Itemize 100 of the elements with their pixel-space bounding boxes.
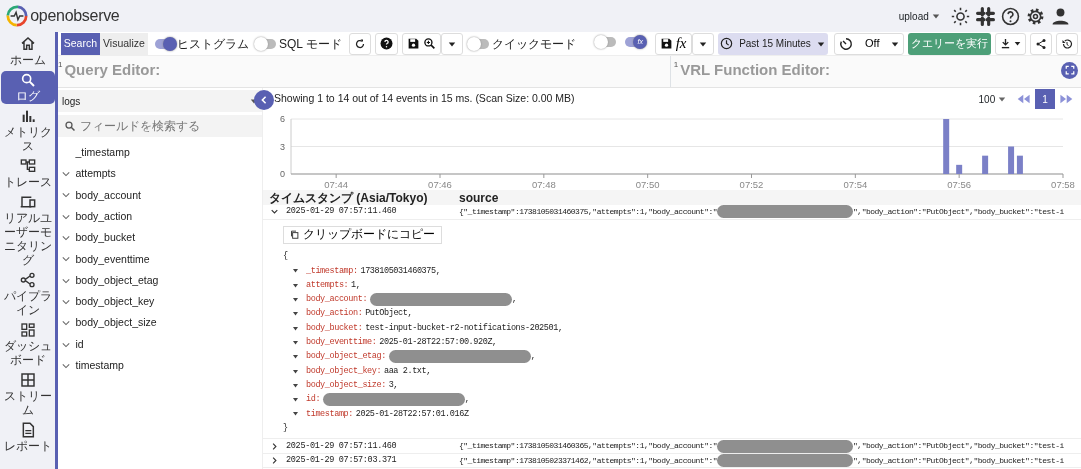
axis-label: 07:58	[1051, 179, 1075, 190]
nav-item[interactable]: メトリクス	[0, 106, 55, 154]
field-name[interactable]: body_account	[75, 187, 141, 204]
axis-label: 0	[280, 169, 285, 179]
field-name[interactable]: attempts	[75, 166, 116, 183]
caret-icon[interactable]	[293, 268, 298, 274]
caret-icon[interactable]	[293, 354, 298, 360]
field-name[interactable]: body_object_size	[75, 315, 157, 332]
field-name[interactable]: id	[75, 336, 84, 353]
chevron-right-icon[interactable]	[271, 442, 278, 450]
json-key: body_object_key:	[306, 364, 382, 378]
caret-icon[interactable]	[293, 411, 298, 417]
json-key: attempts:	[306, 278, 349, 292]
chevron-down-icon[interactable]	[62, 297, 70, 306]
field-name[interactable]: _timestamp	[75, 145, 130, 161]
chart-bar	[982, 155, 989, 174]
chevron-down-icon[interactable]	[62, 340, 70, 349]
json-key: body_bucket:	[306, 321, 363, 335]
fullscreen-button[interactable]	[1061, 61, 1079, 79]
nav-item[interactable]: ホーム	[0, 34, 55, 68]
nav-item[interactable]: トレース	[0, 156, 55, 190]
field-name[interactable]: body_action	[75, 208, 133, 225]
toggle-switch[interactable]	[256, 38, 277, 49]
last-page-icon[interactable]	[1059, 94, 1073, 104]
field-name[interactable]: body_eventtime	[75, 251, 150, 268]
chart-bar	[943, 119, 950, 174]
field-name[interactable]: timestamp	[75, 358, 124, 374]
chevron-down-icon[interactable]	[62, 361, 70, 370]
field-name[interactable]: body_object_etag	[75, 272, 159, 289]
chevron-down-icon[interactable]	[62, 319, 70, 328]
share-button[interactable]	[1030, 32, 1053, 55]
toggle-label: ヒストグラム	[177, 35, 250, 53]
per-page-select[interactable]: 100	[978, 91, 1006, 107]
json-key: body_account:	[306, 293, 368, 306]
chevron-down-icon[interactable]	[62, 170, 70, 179]
chevron-down-icon[interactable]	[271, 208, 278, 216]
nav-item[interactable]: レポート	[0, 420, 55, 454]
caret-icon[interactable]	[293, 325, 298, 331]
save-search-button[interactable]	[401, 32, 441, 55]
json-value: aaa 2.txt,	[383, 364, 431, 378]
toggle-switch[interactable]	[595, 37, 616, 48]
field-name[interactable]: body_bucket	[75, 230, 136, 246]
caret-icon[interactable]	[293, 397, 298, 403]
settings-icon[interactable]	[1025, 6, 1045, 26]
refresh-button[interactable]	[348, 32, 371, 55]
chevron-down-icon[interactable]	[62, 255, 70, 264]
caret-icon[interactable]	[293, 368, 298, 374]
copy-button[interactable]: クリップボードにコピー	[283, 225, 442, 244]
caret-icon	[698, 39, 707, 48]
json-key: _timestamp:	[306, 264, 358, 278]
nav-item[interactable]: リアルユーザーモニタリング	[0, 192, 55, 268]
caret-icon[interactable]	[293, 282, 298, 288]
json-value: 1,	[351, 278, 361, 292]
user-icon[interactable]	[1050, 6, 1070, 26]
chevron-down-icon[interactable]	[62, 276, 70, 285]
help-button[interactable]	[374, 32, 398, 55]
timestamp-cell-text: 2025-01-29 07:57:11.460	[286, 205, 398, 219]
org-dropdown[interactable]: upload	[898, 8, 940, 24]
json-key: body_object_size:	[306, 378, 386, 392]
mode-tab[interactable]: Visualize	[100, 32, 148, 55]
clock-icon	[720, 37, 734, 50]
time-range-picker[interactable]: Past 15 Minutes	[717, 32, 828, 55]
refresh-interval-picker[interactable]: Off	[834, 32, 905, 55]
page-button[interactable]: 1	[1035, 89, 1055, 109]
axis-label: 07:56	[947, 179, 972, 190]
nav-item[interactable]: ストリーム	[0, 370, 55, 418]
collapse-button[interactable]	[254, 90, 274, 110]
sun-icon[interactable]	[950, 6, 970, 26]
field-name[interactable]: body_object_key	[75, 294, 155, 310]
zoom-in-icon	[422, 37, 436, 50]
nav-item[interactable]: ログ	[0, 70, 55, 104]
help-icon[interactable]	[1000, 6, 1020, 26]
caret-icon[interactable]	[293, 297, 298, 303]
dropdown-button[interactable]	[691, 32, 714, 55]
dropdown-button[interactable]	[440, 32, 463, 55]
axis-label: 07:52	[739, 179, 764, 190]
column-header: タイムスタンプ (Asia/Tokyo)	[268, 189, 429, 207]
caret-icon	[1014, 40, 1022, 47]
chevron-down-icon[interactable]	[62, 212, 70, 221]
save-function-button[interactable]: fx	[654, 32, 692, 55]
caret-icon[interactable]	[293, 311, 298, 317]
chevron-down-icon[interactable]	[62, 191, 70, 200]
caret-icon[interactable]	[293, 382, 298, 388]
chevron-down-icon[interactable]	[62, 234, 70, 243]
hash-icon[interactable]	[975, 6, 995, 26]
nav-item[interactable]: ダッシュボード	[0, 320, 55, 368]
json-value: ,	[511, 293, 517, 306]
chevron-right-icon[interactable]	[271, 457, 278, 465]
download-button[interactable]	[995, 32, 1027, 55]
mode-tab[interactable]: Search	[60, 32, 101, 55]
first-page-icon[interactable]	[1017, 94, 1031, 104]
field-search-field[interactable]: フィールドを検索する	[58, 114, 262, 137]
toggle-switch[interactable]	[469, 38, 490, 49]
stream-select[interactable]: logs	[58, 90, 262, 112]
nav-item[interactable]: パイプライン	[0, 270, 55, 318]
axis-label: 3	[280, 141, 285, 152]
toggle-switch[interactable]	[154, 38, 175, 49]
history-button[interactable]	[1056, 32, 1079, 55]
caret-icon[interactable]	[293, 339, 298, 345]
json-key: body_action:	[306, 307, 363, 321]
